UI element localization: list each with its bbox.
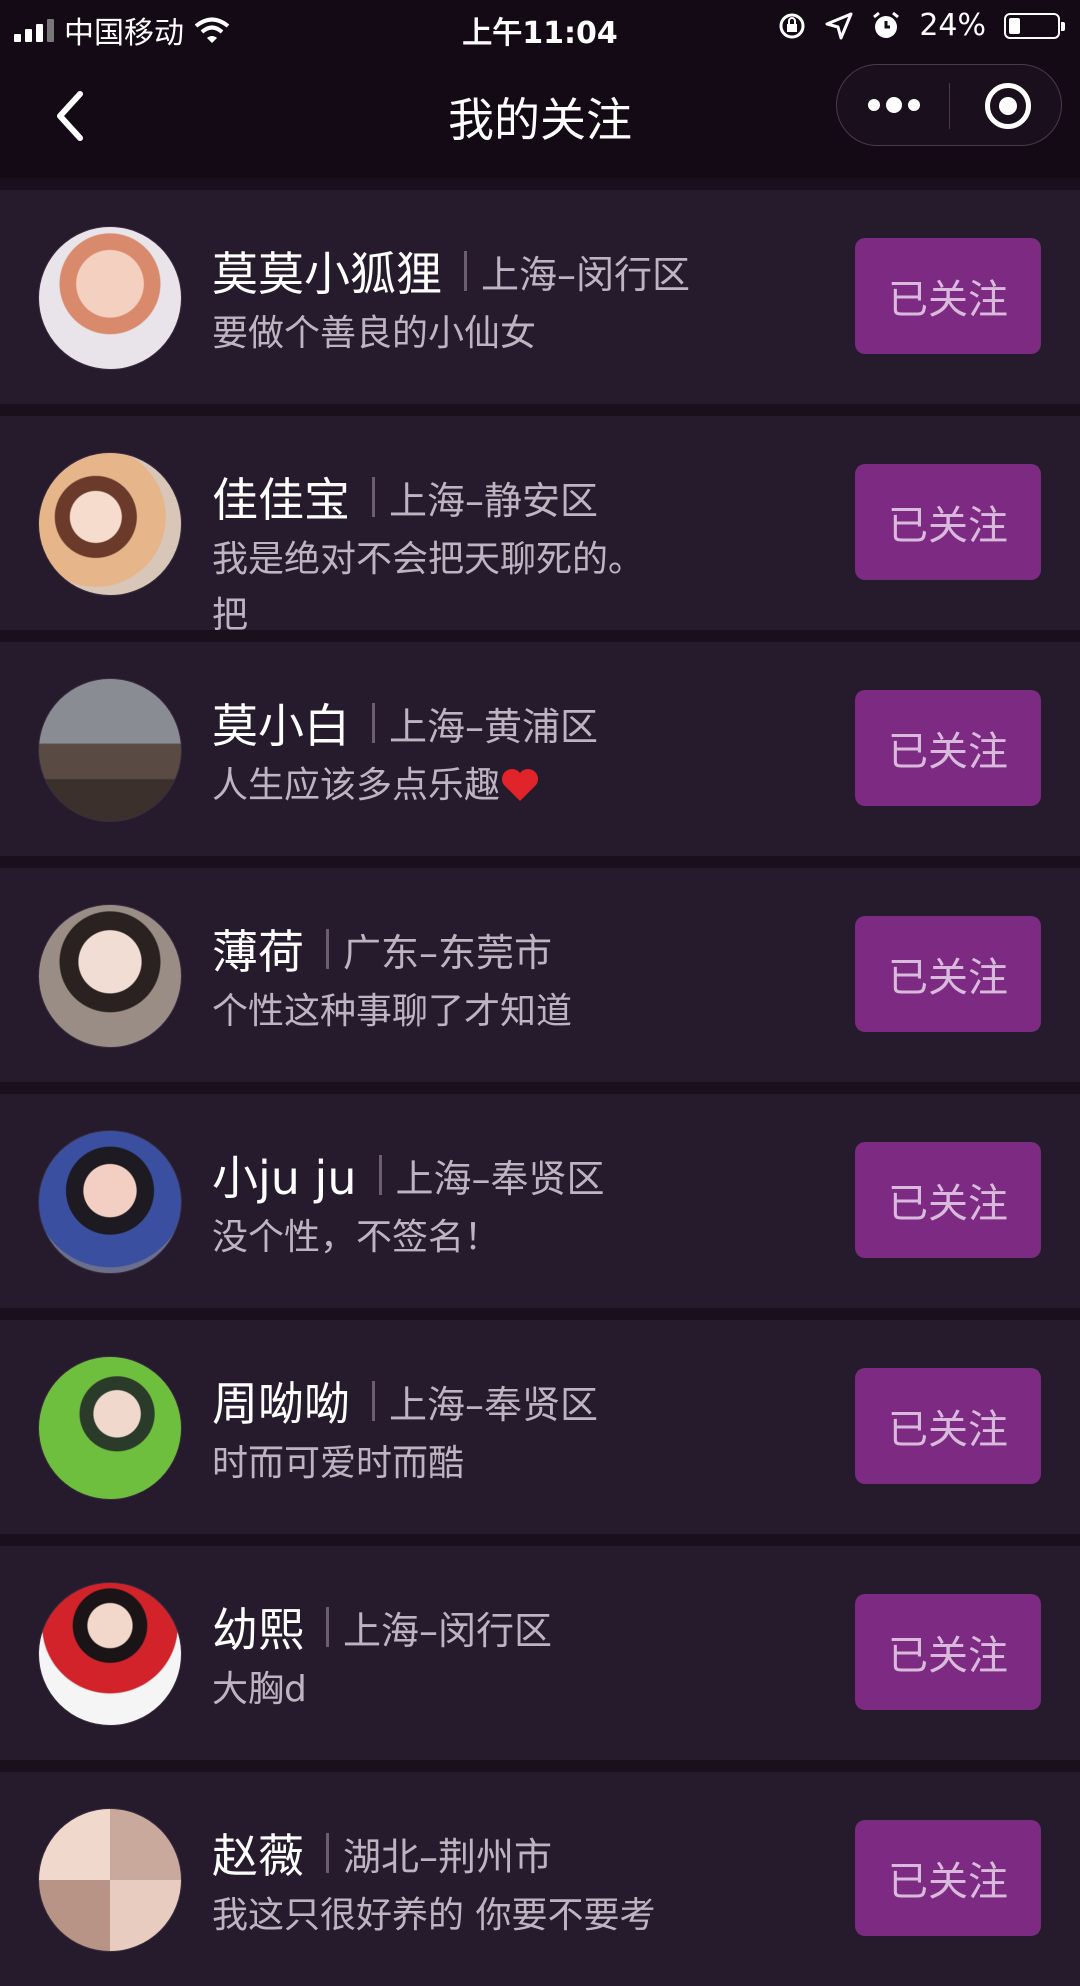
user-signature: 时而可爱时而酷	[212, 1443, 465, 1484]
user-name: 莫小白	[212, 699, 350, 753]
mini-program-capsule	[836, 64, 1062, 146]
user-name: 周呦呦	[212, 1377, 350, 1431]
user-location: 上海–奉贤区	[395, 1156, 605, 1201]
list-item[interactable]: 佳佳宝 上海–静安区 我是绝对不会把天聊死的。把 已关注	[0, 416, 1080, 636]
avatar[interactable]	[38, 452, 182, 596]
divider	[326, 1833, 329, 1873]
avatar[interactable]	[38, 1130, 182, 1274]
location-icon	[825, 12, 853, 39]
name-line: 薄荷 广东–东莞市	[212, 916, 552, 982]
close-icon[interactable]	[985, 83, 1031, 129]
list-item[interactable]: 周呦呦 上海–奉贤区 时而可爱时而酷 已关注	[0, 1320, 1080, 1534]
user-signature: 大胸d	[212, 1669, 307, 1710]
user-name: 小ju ju	[212, 1151, 357, 1205]
divider	[372, 703, 375, 743]
capsule-divider	[949, 83, 950, 129]
user-signature: 个性这种事聊了才知道	[212, 991, 573, 1032]
name-line: 幼熙 上海–闵行区	[212, 1594, 552, 1660]
divider	[378, 1155, 382, 1195]
divider	[326, 1607, 329, 1647]
followed-button[interactable]: 已关注	[855, 916, 1041, 1032]
user-location: 上海–奉贤区	[389, 1382, 599, 1427]
orientation-lock-icon	[779, 13, 805, 38]
user-signature: 我是绝对不会把天聊死的。把	[212, 539, 645, 636]
divider	[372, 1381, 375, 1421]
user-name: 莫莫小狐狸	[212, 247, 442, 301]
name-line: 莫莫小狐狸 上海–闵行区	[212, 238, 690, 304]
user-name: 佳佳宝	[212, 473, 350, 527]
user-location: 上海–闵行区	[481, 252, 691, 297]
user-location: 上海–黄浦区	[389, 704, 599, 749]
divider	[372, 477, 375, 517]
more-icon[interactable]	[859, 85, 929, 125]
avatar[interactable]	[38, 1582, 182, 1726]
followed-button[interactable]: 已关注	[855, 690, 1041, 806]
user-signature: 人生应该多点乐趣	[212, 758, 672, 814]
followed-button[interactable]: 已关注	[855, 464, 1041, 580]
list-item[interactable]: 小ju ju 上海–奉贤区 没个性，不签名！ 已关注	[0, 1094, 1080, 1308]
user-location: 广东–东莞市	[343, 930, 553, 975]
divider	[326, 929, 329, 969]
list-item[interactable]: 莫莫小狐狸 上海–闵行区 要做个善良的小仙女 已关注	[0, 190, 1080, 404]
followed-button[interactable]: 已关注	[855, 1594, 1041, 1710]
user-name: 幼熙	[212, 1603, 304, 1657]
alarm-icon	[873, 11, 900, 38]
followed-button[interactable]: 已关注	[855, 1142, 1041, 1258]
name-line: 小ju ju 上海–奉贤区	[212, 1142, 605, 1208]
user-location: 上海–静安区	[389, 478, 599, 523]
user-signature: 没个性，不签名！	[212, 1217, 501, 1258]
battery-icon	[1004, 12, 1065, 39]
follow-list: 莫莫小狐狸 上海–闵行区 要做个善良的小仙女 已关注 佳佳宝 上海–静安区 我是…	[0, 178, 1080, 1986]
list-item[interactable]: 赵薇 湖北–荆州市 我这只很好养的 你要不要考 已关注	[0, 1772, 1080, 1986]
battery-level	[1009, 17, 1021, 34]
user-name: 赵薇	[212, 1829, 304, 1883]
avatar[interactable]	[38, 678, 182, 822]
avatar[interactable]	[38, 1808, 182, 1952]
user-location: 湖北–荆州市	[343, 1834, 553, 1879]
name-line: 周呦呦 上海–奉贤区	[212, 1368, 598, 1434]
user-location: 上海–闵行区	[343, 1608, 553, 1653]
status-right: 24%	[777, 8, 1065, 43]
battery-percent: 24%	[919, 8, 986, 43]
followed-button[interactable]: 已关注	[855, 238, 1041, 354]
avatar[interactable]	[38, 226, 182, 370]
user-name: 薄荷	[212, 925, 304, 979]
avatar[interactable]	[38, 904, 182, 1048]
avatar[interactable]	[38, 1356, 182, 1500]
divider	[464, 251, 467, 291]
status-bar: 中国移动 上午11:04 24%	[0, 0, 1080, 56]
name-line: 赵薇 湖北–荆州市	[212, 1820, 552, 1886]
list-item[interactable]: 莫小白 上海–黄浦区 人生应该多点乐趣 已关注	[0, 642, 1080, 856]
list-item[interactable]: 薄荷 广东–东莞市 个性这种事聊了才知道 已关注	[0, 868, 1080, 1082]
user-signature: 要做个善良的小仙女	[212, 313, 537, 354]
name-line: 莫小白 上海–黄浦区	[212, 690, 598, 756]
list-item[interactable]: 幼熙 上海–闵行区 大胸d 已关注	[0, 1546, 1080, 1760]
user-signature: 我这只很好养的 你要不要考	[212, 1895, 656, 1936]
navigation-bar: 我的关注	[0, 56, 1080, 178]
followed-button[interactable]: 已关注	[855, 1368, 1041, 1484]
name-line: 佳佳宝 上海–静安区	[212, 464, 598, 530]
heart-icon	[502, 769, 539, 801]
followed-button[interactable]: 已关注	[855, 1820, 1041, 1936]
